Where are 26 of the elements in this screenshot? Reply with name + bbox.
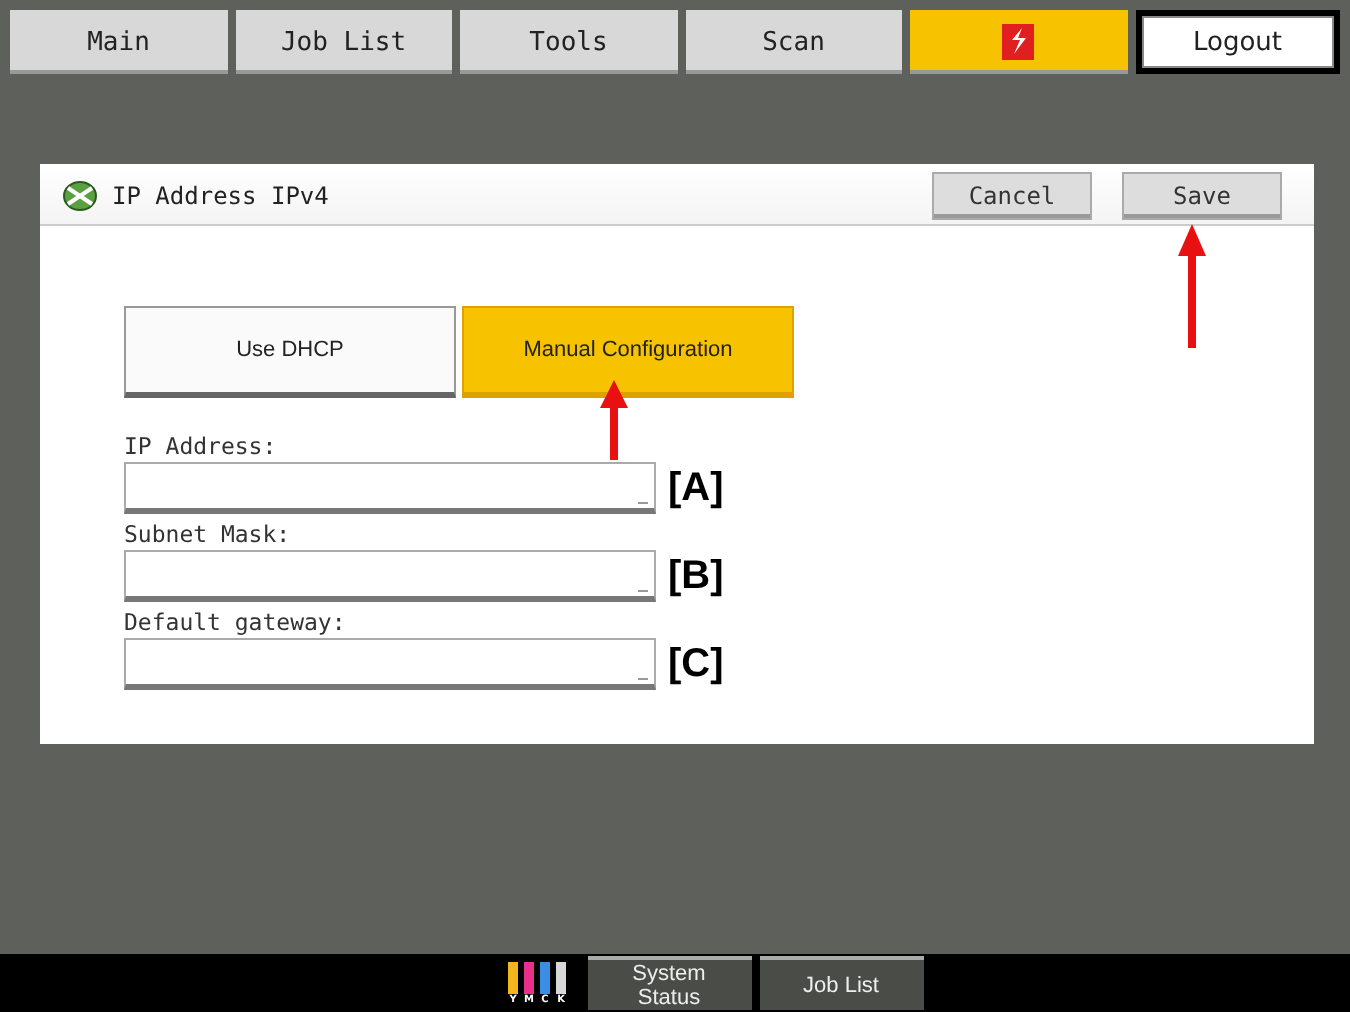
callout-label: [A]: [668, 465, 724, 511]
status-bar-button[interactable]: System Status: [587, 956, 751, 1010]
tab[interactable]: Tools: [460, 10, 677, 74]
dialog-button[interactable]: Save: [1122, 172, 1282, 220]
up-arrow-drawing: [600, 380, 628, 460]
field-label: IP Address:: [124, 430, 279, 462]
input-field[interactable]: [124, 550, 656, 602]
field-label: Default gateway:: [124, 606, 348, 638]
dialog-title: IP Address IPv4: [112, 182, 331, 210]
up-arrow-drawing: [1178, 224, 1206, 348]
input-field[interactable]: [124, 462, 656, 514]
option-button[interactable]: Use DHCP: [124, 306, 456, 398]
lightning-logo-icon: [1002, 24, 1035, 60]
logout-button[interactable]: Logout: [1141, 16, 1334, 68]
callout-label: [C]: [668, 641, 724, 687]
status-bar-button[interactable]: Job List: [759, 956, 923, 1010]
tab[interactable]: Job List: [235, 10, 452, 74]
callout-label: [B]: [668, 553, 724, 599]
tab[interactable]: Main: [10, 10, 227, 74]
dialog-button[interactable]: Cancel: [932, 172, 1092, 220]
logo-tab[interactable]: [910, 10, 1127, 74]
field-label: Subnet Mask:: [124, 518, 293, 550]
option-button[interactable]: Manual Configuration: [462, 306, 794, 398]
network-icon: [60, 178, 100, 214]
tab[interactable]: Scan: [685, 10, 902, 74]
input-field[interactable]: [124, 638, 656, 690]
